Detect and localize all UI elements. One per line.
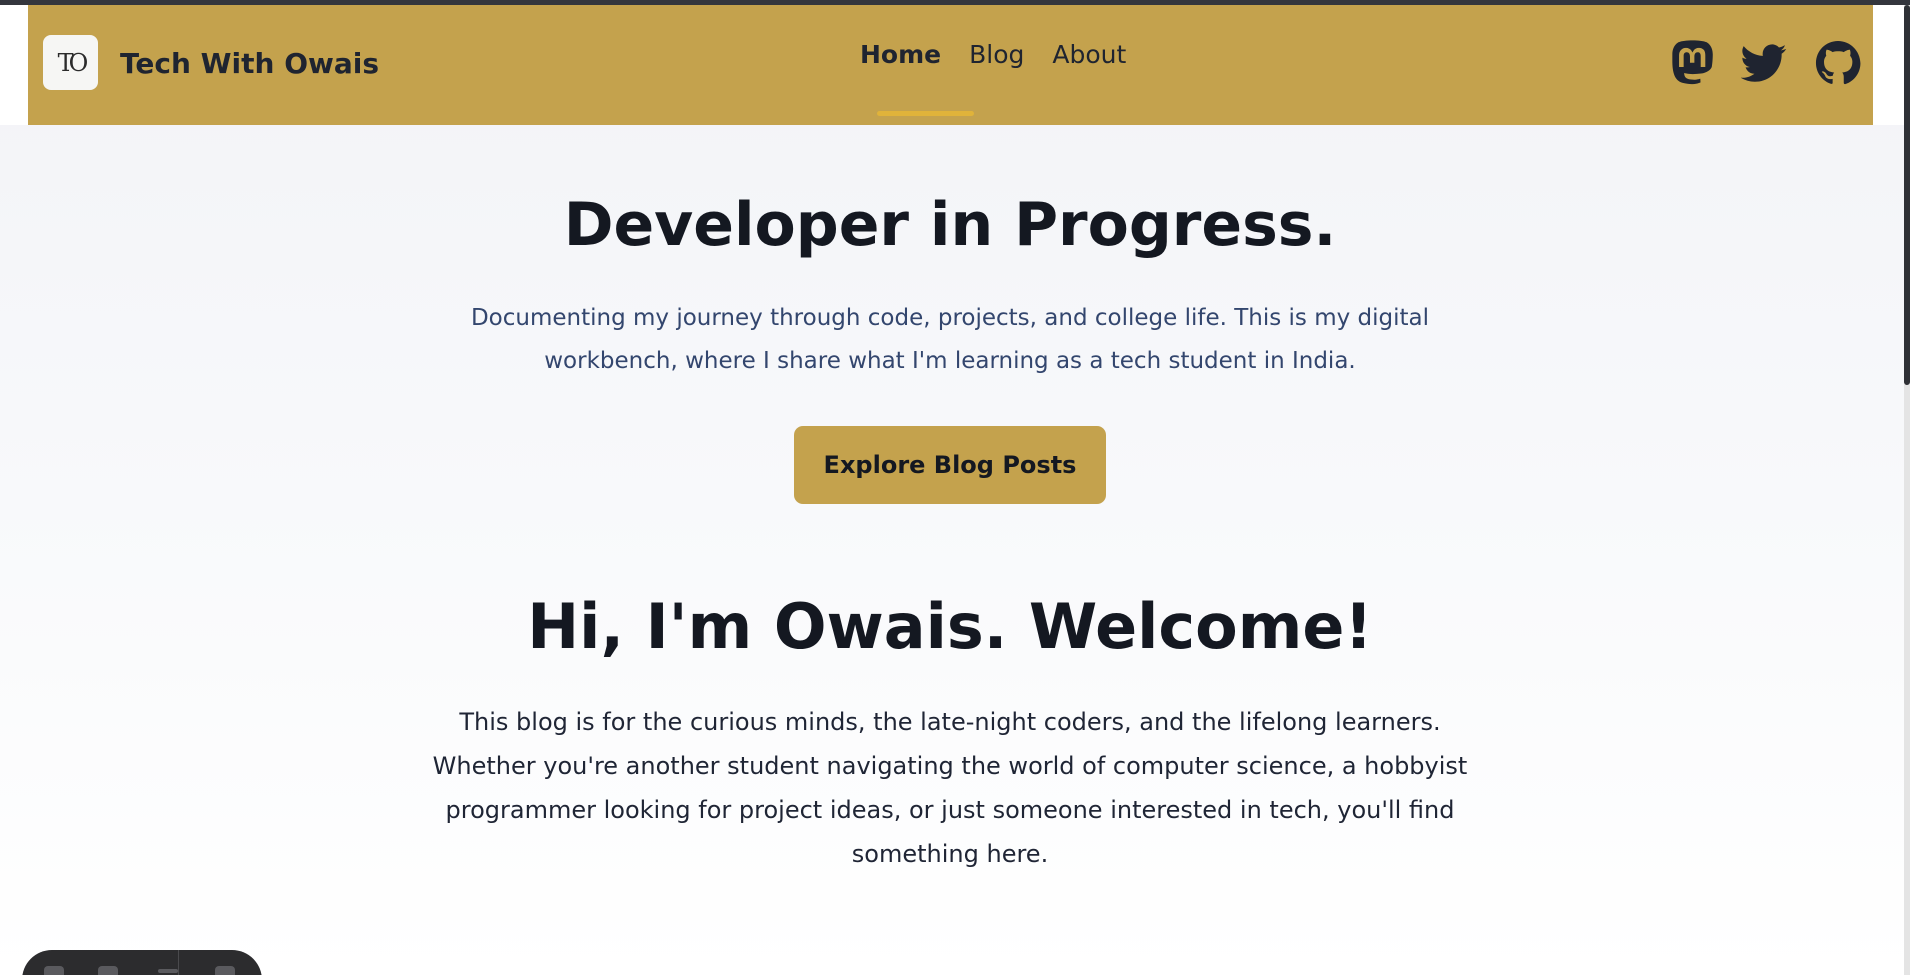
mastodon-icon[interactable] bbox=[1671, 40, 1717, 86]
nav-link-blog[interactable]: Blog bbox=[969, 40, 1024, 69]
browser-viewport: TO Tech With Owais Home Blog About Devel… bbox=[0, 0, 1910, 975]
nav-link-about[interactable]: About bbox=[1052, 40, 1126, 69]
github-icon[interactable] bbox=[1815, 40, 1861, 86]
site-logo[interactable]: TO bbox=[43, 35, 98, 90]
hero-title: Developer in Progress. bbox=[563, 190, 1337, 260]
page-left-gutter bbox=[0, 5, 28, 125]
main-nav: Home Blog About bbox=[860, 40, 1126, 69]
active-nav-indicator bbox=[877, 111, 974, 116]
toolbar-tool-icon[interactable] bbox=[98, 966, 118, 975]
toolbar-divider bbox=[178, 950, 179, 975]
site-logo-mark: TO bbox=[57, 48, 89, 77]
hero-subtitle: Documenting my journey through code, pro… bbox=[470, 305, 1430, 374]
explore-blog-posts-button[interactable]: Explore Blog Posts bbox=[794, 426, 1106, 504]
site-title[interactable]: Tech With Owais bbox=[120, 47, 379, 80]
welcome-body: This blog is for the curious minds, the … bbox=[432, 708, 1468, 868]
welcome-title: Hi, I'm Owais. Welcome! bbox=[527, 590, 1373, 663]
nav-link-home[interactable]: Home bbox=[860, 40, 941, 69]
toolbar-tool-icon[interactable] bbox=[44, 966, 64, 975]
twitter-icon[interactable] bbox=[1741, 40, 1787, 86]
toolbar-tool-icon[interactable] bbox=[215, 966, 235, 975]
toolbar-tool-icon[interactable] bbox=[158, 969, 178, 973]
page-scrollbar-thumb[interactable] bbox=[1904, 5, 1910, 385]
